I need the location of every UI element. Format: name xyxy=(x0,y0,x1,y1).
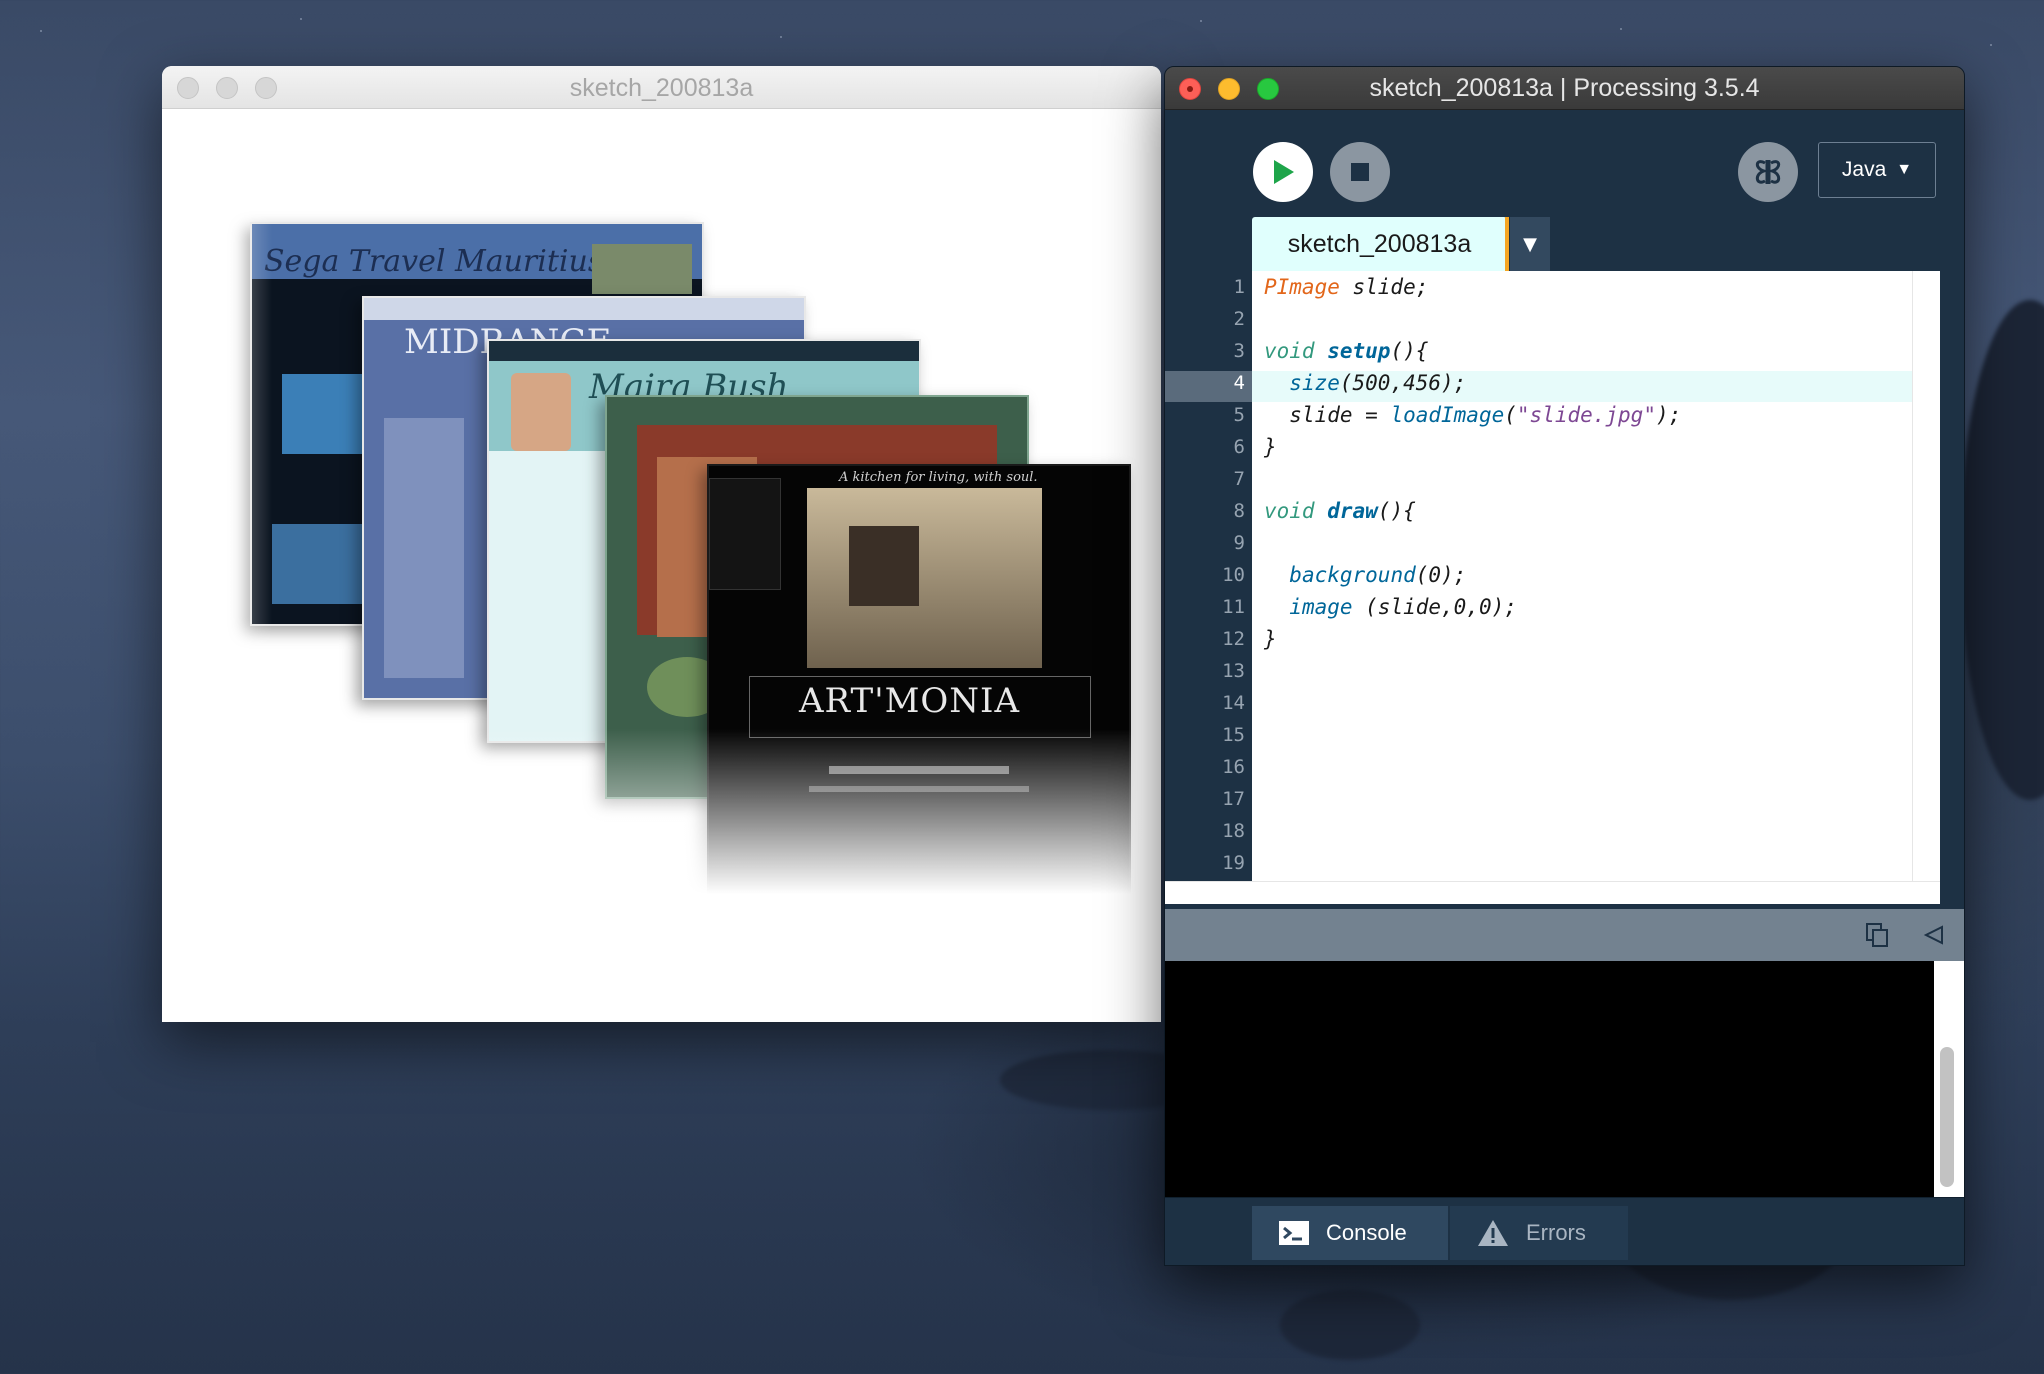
terminal-icon xyxy=(1279,1221,1309,1245)
debug-butterfly-icon xyxy=(1755,160,1781,184)
line-number: 12 xyxy=(1222,628,1245,650)
tab-modified-indicator xyxy=(1505,217,1509,271)
copy-console-button[interactable] xyxy=(1863,921,1891,949)
line-number: 17 xyxy=(1222,788,1245,810)
sketch-output-window: sketch_200813a Sega Travel Mauritius MID… xyxy=(162,66,1161,1022)
editor-right-margin xyxy=(1940,271,1964,903)
tab-errors[interactable]: Errors xyxy=(1450,1206,1628,1260)
triangle-left-icon xyxy=(1923,925,1943,945)
line-number-current: 4 xyxy=(1233,372,1245,394)
stop-icon xyxy=(1351,163,1369,181)
line-number: 18 xyxy=(1222,820,1245,842)
ide-toolbar: Java ▼ xyxy=(1165,110,1964,222)
line-number: 8 xyxy=(1233,500,1245,522)
tab-sketch[interactable]: sketch_200813a xyxy=(1252,217,1507,271)
code-line: image (slide,0,0); xyxy=(1289,595,1517,619)
code-line: background(0); xyxy=(1289,563,1467,587)
console-output[interactable] xyxy=(1165,961,1934,1197)
errors-tab-label: Errors xyxy=(1526,1220,1586,1245)
console-tab-label: Console xyxy=(1326,1220,1407,1245)
mode-selector[interactable]: Java ▼ xyxy=(1818,142,1936,198)
processing-ide-window: sketch_200813a | Processing 3.5.4 Java ▼ xyxy=(1164,66,1965,1266)
code-line: } xyxy=(1264,435,1277,459)
editor-vertical-scrollbar[interactable] xyxy=(1912,271,1940,881)
line-number: 7 xyxy=(1233,468,1245,490)
line-number: 10 xyxy=(1222,564,1245,586)
editor-horizontal-scrollbar[interactable] xyxy=(1165,881,1940,904)
chevron-down-icon: ▼ xyxy=(1896,161,1913,178)
line-number: 11 xyxy=(1222,596,1245,618)
code-editor[interactable]: 1 2 3 4 5 6 7 8 9 10 11 12 13 14 15 16 1… xyxy=(1165,271,1964,904)
mode-label: Java xyxy=(1841,158,1887,181)
console-scrollbar-thumb[interactable] xyxy=(1940,1047,1954,1187)
copy-icon xyxy=(1866,923,1888,947)
code-line: } xyxy=(1264,627,1277,651)
slide-1-title: Sega Travel Mauritius xyxy=(264,244,604,279)
ide-titlebar: sketch_200813a | Processing 3.5.4 xyxy=(1165,67,1964,110)
debug-button[interactable] xyxy=(1738,142,1798,202)
reflection-fade xyxy=(162,729,1161,1022)
editor-tabs: sketch_200813a ▼ xyxy=(1165,217,1964,271)
left-fade xyxy=(162,109,272,1022)
sketch-window-title: sketch_200813a xyxy=(569,74,754,102)
ide-window-title: sketch_200813a | Processing 3.5.4 xyxy=(1369,74,1760,102)
run-button[interactable] xyxy=(1253,142,1313,202)
slide-4-caption: A kitchen for living, with soul. xyxy=(839,470,1038,485)
code-line: PImage slide; xyxy=(1264,275,1429,299)
warning-icon xyxy=(1478,1220,1508,1246)
line-number: 2 xyxy=(1233,308,1245,330)
line-number: 5 xyxy=(1233,404,1245,426)
line-number: 3 xyxy=(1233,340,1245,362)
line-number: 16 xyxy=(1222,756,1245,778)
line-number: 6 xyxy=(1233,436,1245,458)
tab-menu-button[interactable]: ▼ xyxy=(1510,217,1550,271)
line-number: 14 xyxy=(1222,692,1245,714)
sketch-titlebar: sketch_200813a xyxy=(162,66,1161,109)
line-number: 15 xyxy=(1222,724,1245,746)
sketch-canvas: Sega Travel Mauritius MIDRANGE Maira Bus… xyxy=(162,109,1161,1022)
line-number: 1 xyxy=(1233,276,1245,298)
code-line: slide = loadImage("slide.jpg"); xyxy=(1264,403,1682,427)
stop-button[interactable] xyxy=(1330,142,1390,202)
code-line: size(500,456); xyxy=(1289,371,1467,395)
console-footer: Console Errors xyxy=(1165,1197,1964,1265)
play-icon xyxy=(1274,160,1294,184)
tab-console[interactable]: Console xyxy=(1252,1206,1448,1260)
line-number: 19 xyxy=(1222,852,1245,874)
line-number: 13 xyxy=(1222,660,1245,682)
code-line: void draw(){ xyxy=(1264,499,1416,523)
chevron-down-icon: ▼ xyxy=(1523,233,1537,255)
code-line: void setup(){ xyxy=(1264,339,1429,363)
collapse-console-button[interactable] xyxy=(1920,921,1948,949)
line-number: 9 xyxy=(1233,532,1245,554)
console-header xyxy=(1165,909,1964,961)
